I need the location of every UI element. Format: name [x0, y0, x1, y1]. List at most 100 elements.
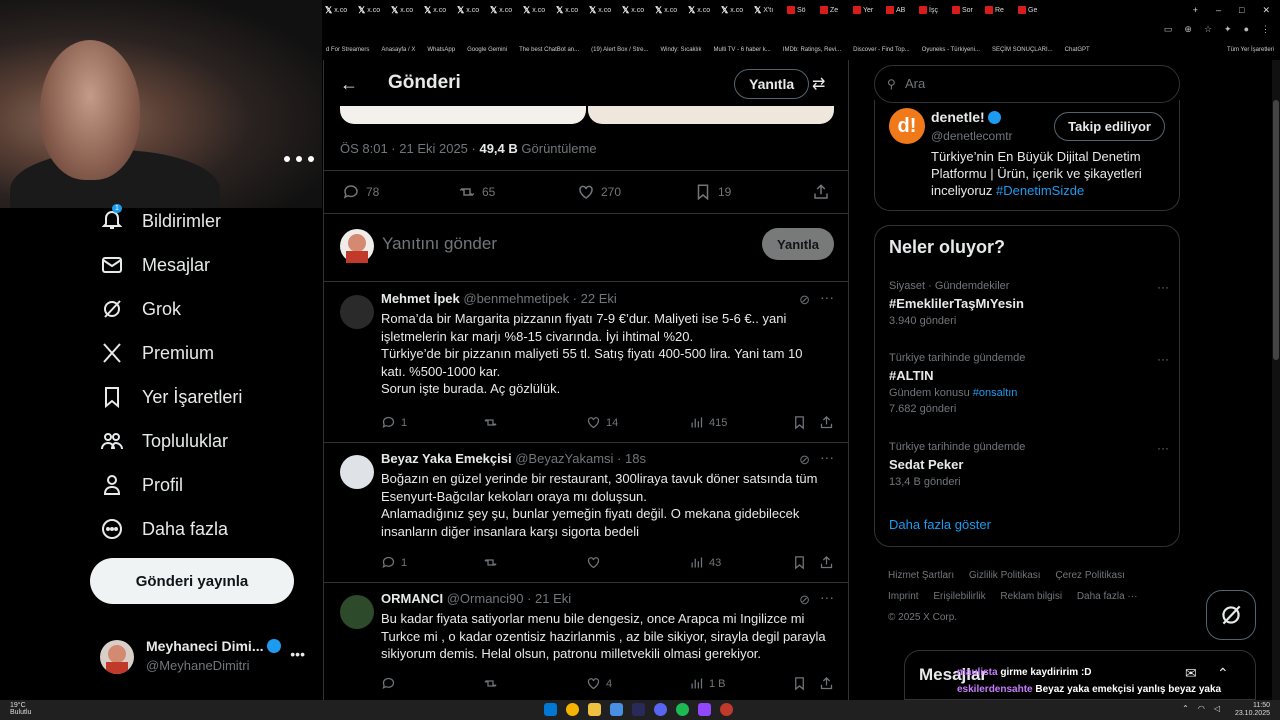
browser-tab[interactable]: 𝕏x.co [685, 0, 718, 20]
new-tab-icon[interactable]: + [1193, 5, 1198, 16]
bookmark-item[interactable]: Oyuneks - Türkiyeni... [922, 47, 980, 53]
bookmark-item[interactable]: d For Streamers [326, 47, 369, 53]
browser-tab[interactable]: 𝕏x.co [619, 0, 652, 20]
like-action[interactable]: 270 [577, 183, 621, 201]
app-icon[interactable] [610, 703, 623, 716]
scrollbar[interactable] [1272, 60, 1280, 700]
bookmark-action[interactable]: 19 [694, 183, 731, 201]
reply-action[interactable]: 1 [381, 415, 407, 430]
footer-link[interactable]: Hizmet Şartları [888, 570, 954, 581]
share-action[interactable] [819, 555, 834, 570]
sliders-icon[interactable]: ⇄ [812, 74, 825, 94]
nav-premium[interactable]: Premium [100, 338, 214, 368]
browser-tab[interactable]: 𝕏x.co [718, 0, 751, 20]
bookmark-item[interactable]: Windy: Sıcaklık [661, 47, 702, 53]
reply-tweet[interactable]: Mehmet İpek @benmehmetipek · 22 Eki ⊘ ··… [324, 283, 848, 443]
all-bookmarks[interactable]: Tüm Yer İşaretleri [1227, 47, 1280, 53]
grok-icon[interactable]: ⊘ [799, 292, 810, 308]
reply-filter-button[interactable]: Yanıtla [734, 69, 810, 99]
share-action[interactable] [812, 183, 830, 201]
more-icon[interactable]: ··· [820, 289, 834, 305]
bookmark-item[interactable]: Discover - Find Top... [853, 47, 910, 53]
reply-button[interactable]: Yanıtla [762, 228, 834, 260]
post-button[interactable]: Gönderi yayınla [90, 558, 294, 604]
more-icon[interactable]: ··· [820, 589, 834, 605]
browser-tab[interactable]: Yer [850, 0, 883, 20]
footer-link[interactable]: Çerez Politikası [1055, 570, 1124, 581]
grok-icon[interactable]: ⊘ [799, 452, 810, 468]
scrollbar-thumb[interactable] [1273, 100, 1279, 360]
trend-item[interactable]: Siyaset · Gündemdekiler #EmeklilerTaşMıY… [889, 280, 1169, 327]
share-action[interactable] [819, 415, 834, 430]
more-icon[interactable]: ··· [1157, 280, 1169, 294]
bookmark-item[interactable]: SEÇİM SONUÇLARI... [992, 47, 1053, 53]
footer-link[interactable]: Erişilebilirlik [933, 591, 985, 602]
chevron-up-icon[interactable]: ⌃ [1182, 704, 1189, 713]
tweet-author-name[interactable]: Beyaz Yaka Emekçisi [381, 451, 512, 466]
bookmark-action[interactable] [792, 555, 807, 570]
views-action[interactable]: 415 [689, 415, 727, 430]
nav-profile[interactable]: Profil [100, 470, 183, 500]
trend-item[interactable]: Türkiye tarihinde gündemde Sedat Peker 1… [889, 441, 1169, 488]
reply-input[interactable]: Yanıtını gönder [382, 234, 497, 254]
twitch-icon[interactable] [698, 703, 711, 716]
footer-link[interactable]: Imprint [888, 591, 919, 602]
discord-icon[interactable] [654, 703, 667, 716]
app-icon[interactable] [632, 703, 645, 716]
browser-tab[interactable]: 𝕏x.co [454, 0, 487, 20]
reply-action[interactable]: 78 [342, 183, 379, 201]
browser-tab[interactable]: 𝕏x.co [586, 0, 619, 20]
tweet-author-handle[interactable]: @BeyazYakamsi · 18s [515, 451, 646, 466]
reply-tweet[interactable]: Beyaz Yaka Emekçisi @BeyazYakamsi · 18s … [324, 443, 848, 583]
maximize-icon[interactable]: □ [1239, 5, 1244, 16]
tweet-author-name[interactable]: ORMANCI [381, 591, 443, 606]
browser-tab[interactable]: İşç [916, 0, 949, 20]
nav-bookmarks[interactable]: Yer İşaretleri [100, 382, 242, 412]
minimize-icon[interactable]: – [1216, 5, 1221, 16]
close-icon[interactable]: ✕ [1262, 5, 1270, 16]
browser-tab[interactable]: Sor [949, 0, 982, 20]
menu-icon[interactable]: ⋮ [1261, 24, 1270, 35]
browser-tab[interactable]: Ze [817, 0, 850, 20]
grok-fab[interactable] [1206, 590, 1256, 640]
repost-action[interactable]: 65 [458, 183, 495, 201]
bookmark-action[interactable] [792, 676, 807, 691]
reply-action[interactable]: 1 [381, 555, 407, 570]
reply-action[interactable] [381, 676, 396, 691]
footer-link[interactable]: Gizlilik Politikası [969, 570, 1041, 581]
like-action[interactable] [586, 555, 601, 570]
bookmark-action[interactable] [792, 415, 807, 430]
bookmark-item[interactable]: Google Gemini [467, 47, 507, 53]
profile-handle[interactable]: @denetlecomtr [931, 129, 1013, 143]
avatar[interactable] [340, 295, 374, 329]
bookmark-item[interactable]: (19) Alert Box / Stre... [591, 47, 648, 53]
bookmark-item[interactable]: Multi TV - 6 haber k... [714, 47, 771, 53]
clock[interactable]: 11:50 23.10.2025 [1235, 702, 1270, 718]
share-action[interactable] [819, 676, 834, 691]
reply-tweet[interactable]: ORMANCI @Ormanci90 · 21 Eki ⊘ ··· Bu kad… [324, 583, 848, 700]
following-button[interactable]: Takip ediliyor [1054, 112, 1165, 141]
show-more-link[interactable]: Daha fazla göster [889, 517, 991, 532]
back-arrow-icon[interactable]: ← [340, 74, 358, 95]
browser-tab[interactable]: 𝕏x.co [355, 0, 388, 20]
browser-tab[interactable]: 𝕏x.co [520, 0, 553, 20]
bookmark-item[interactable]: Anasayfa / X [381, 47, 415, 53]
weather-widget[interactable]: 19°C Bulutlu [10, 702, 31, 716]
post-image-strip[interactable] [340, 106, 834, 126]
extensions-icon[interactable]: ✦ [1224, 24, 1232, 35]
repost-action[interactable] [483, 415, 498, 430]
browser-tab[interactable]: 𝕏x.co [322, 0, 355, 20]
hashtag-link[interactable]: #DenetimSizde [996, 183, 1084, 198]
browser-tab[interactable]: 𝕏x.co [553, 0, 586, 20]
nav-more[interactable]: Daha fazla [100, 514, 228, 544]
bookmark-star-icon[interactable]: ☆ [1204, 24, 1212, 35]
denetle-logo[interactable]: d! [889, 108, 925, 144]
start-icon[interactable] [544, 703, 557, 716]
repost-action[interactable] [483, 676, 498, 691]
browser-tab[interactable]: Re [982, 0, 1015, 20]
browser-tab[interactable]: 𝕏x.co [421, 0, 454, 20]
nav-grok[interactable]: Grok [100, 294, 181, 324]
footer-link[interactable]: Daha fazla ··· [1077, 591, 1138, 602]
avatar[interactable] [340, 595, 374, 629]
more-icon[interactable]: ··· [1157, 441, 1169, 455]
